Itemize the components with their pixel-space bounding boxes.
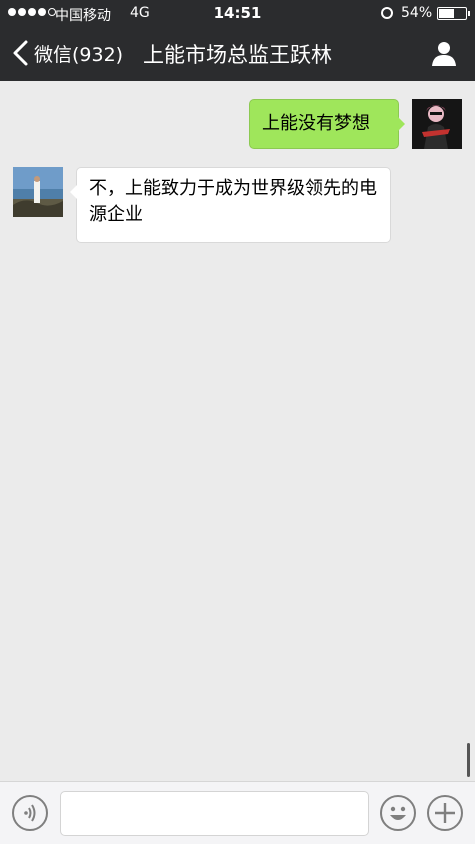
message-text: 不，上能致力于成为世界级领先的电源企业	[89, 178, 377, 225]
chat-title: 上能市场总监王跃林	[143, 43, 332, 67]
message-bubble-sent[interactable]: 上能没有梦想	[249, 99, 405, 149]
contact-avatar[interactable]	[13, 167, 63, 217]
navigation-bar: 微信(932) 上能市场总监王跃林	[0, 27, 475, 81]
profile-icon[interactable]	[430, 39, 458, 67]
message-input[interactable]	[60, 791, 369, 836]
avatar-image	[412, 99, 462, 149]
battery-icon	[437, 7, 470, 20]
top-bar: 中国移动 4G 14:51 54% 微信(932) 上能市场总监王跃林	[0, 0, 475, 81]
input-bar	[0, 781, 475, 844]
message-bubble-received[interactable]: 不，上能致力于成为世界级领先的电源企业	[70, 167, 391, 243]
alarm-icon	[381, 7, 393, 19]
message-text: 上能没有梦想	[262, 113, 370, 134]
plus-icon	[435, 803, 455, 823]
voice-button[interactable]	[12, 795, 48, 831]
emoji-icon	[390, 806, 406, 820]
chat-area[interactable]: 上能没有梦想 不，上能致力于成为世界级领先的电源企业	[0, 81, 475, 781]
status-bar: 中国移动 4G 14:51 54%	[0, 0, 475, 27]
battery-percentage: 54%	[401, 5, 433, 21]
avatar-image	[13, 167, 63, 217]
voice-icon	[24, 804, 36, 822]
scroll-indicator	[467, 743, 470, 777]
plus-button[interactable]	[427, 795, 463, 831]
my-avatar[interactable]	[412, 99, 462, 149]
emoji-button[interactable]	[380, 795, 416, 831]
